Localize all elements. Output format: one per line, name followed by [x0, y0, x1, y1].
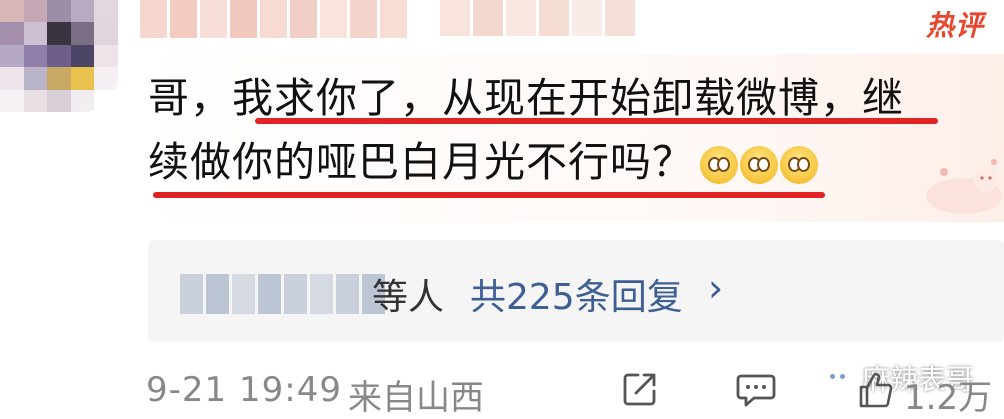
pleading-face-icon: [700, 146, 738, 184]
red-underline: [153, 192, 825, 198]
comment-timestamp: 9-21 19:49: [146, 370, 342, 410]
replies-by-label: 等人: [372, 277, 445, 318]
comment-text: 哥，我求你了，从现在开始卸载微博，继 续做你的哑巴白月光不行吗？: [148, 66, 968, 194]
comment-line-2-text: 续做你的哑巴白月光不行吗？: [148, 138, 694, 186]
user-badge-blurred: [440, 0, 635, 40]
avatar[interactable]: [0, 0, 118, 112]
emoji-row: [700, 146, 818, 184]
share-icon[interactable]: [622, 371, 658, 407]
comment-line-2: 续做你的哑巴白月光不行吗？: [148, 130, 968, 194]
replies-count-link[interactable]: 共225条回复: [470, 268, 683, 320]
hot-comment-badge: 热评: [925, 9, 984, 42]
username-blurred[interactable]: [140, 0, 407, 42]
like-count: 1.2万: [904, 378, 993, 418]
comment-location: 来自山西: [348, 378, 484, 418]
comment-icon[interactable]: [736, 373, 776, 407]
wechat-icon: [820, 364, 856, 392]
reply-usernames-blurred: [180, 274, 385, 314]
pleading-face-icon: [740, 146, 778, 184]
chevron-right-icon[interactable]: ›: [708, 266, 723, 310]
like-icon[interactable]: [858, 371, 894, 409]
pleading-face-icon: [780, 146, 818, 184]
red-underline: [255, 118, 938, 124]
